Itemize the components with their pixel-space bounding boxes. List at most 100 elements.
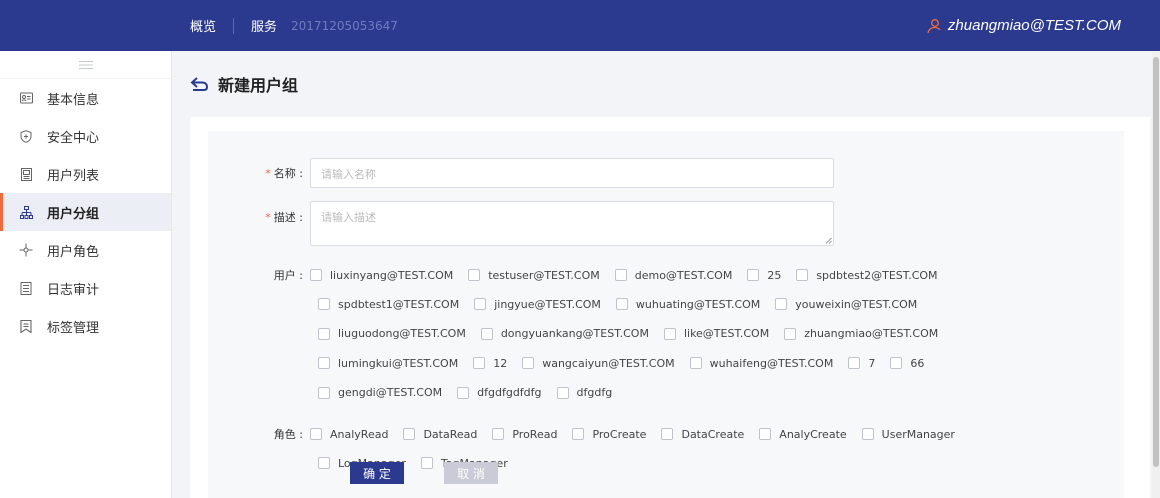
checkbox-box[interactable] bbox=[796, 269, 809, 281]
role-checkbox[interactable]: ProCreate bbox=[572, 428, 646, 441]
checkbox-box[interactable] bbox=[480, 327, 493, 340]
scrollbar-thumb[interactable] bbox=[1153, 57, 1159, 467]
checkbox-box[interactable] bbox=[310, 428, 322, 440]
user-checkbox[interactable]: testuser@TEST.COM bbox=[468, 269, 600, 282]
user-checkbox[interactable]: spdbtest2@TEST.COM bbox=[796, 269, 938, 282]
confirm-button[interactable]: 确 定 bbox=[350, 462, 404, 484]
role-checkbox[interactable]: AnalyRead bbox=[310, 428, 388, 441]
sidebar-item-label: 基本信息 bbox=[47, 92, 100, 108]
checkbox-box[interactable] bbox=[615, 298, 628, 311]
checkbox-box[interactable] bbox=[403, 428, 416, 440]
user-checkbox[interactable]: 7 bbox=[848, 357, 875, 370]
checkbox-box[interactable] bbox=[861, 428, 874, 440]
user-checkbox[interactable]: wuhaifeng@TEST.COM bbox=[689, 357, 833, 370]
cancel-button[interactable]: 取 消 bbox=[444, 462, 498, 484]
user-checkbox[interactable]: wangcaiyun@TEST.COM bbox=[522, 357, 675, 370]
user-checkbox[interactable]: dongyuankang@TEST.COM bbox=[480, 327, 649, 340]
sidebar-item-audit-log[interactable]: 日志审计 bbox=[0, 269, 171, 307]
checkbox-box[interactable] bbox=[318, 327, 330, 340]
checkbox-box[interactable] bbox=[848, 357, 861, 370]
checkbox-box[interactable] bbox=[689, 357, 702, 370]
user-checkbox[interactable]: lumingkui@TEST.COM bbox=[318, 357, 458, 370]
sidebar-item-security[interactable]: 安全中心 bbox=[0, 117, 171, 155]
user-checkbox[interactable]: spdbtest1@TEST.COM bbox=[318, 298, 459, 311]
description-textarea[interactable]: 请输入描述 bbox=[310, 201, 834, 246]
checkbox-box[interactable] bbox=[318, 298, 330, 311]
checkbox-box[interactable] bbox=[457, 386, 470, 399]
nav-service[interactable]: 服务 bbox=[251, 16, 277, 35]
checkbox-box[interactable] bbox=[614, 269, 627, 281]
user-checkbox[interactable]: 66 bbox=[890, 357, 924, 370]
checkbox-box[interactable] bbox=[318, 357, 330, 370]
checkbox-box[interactable] bbox=[522, 357, 535, 370]
name-input[interactable]: 请输入名称 bbox=[310, 158, 834, 188]
role-checkbox[interactable]: AnalyCreate bbox=[759, 428, 847, 441]
checkbox-box[interactable] bbox=[318, 457, 330, 470]
name-row: * 名称 : bbox=[208, 165, 307, 181]
checkbox-box[interactable] bbox=[492, 428, 505, 440]
roles-row: 角色 : bbox=[208, 426, 307, 442]
checkbox-box[interactable] bbox=[572, 428, 585, 440]
user-checkbox[interactable]: liuguodong@TEST.COM bbox=[318, 327, 466, 340]
checkbox-box[interactable] bbox=[663, 327, 676, 340]
sidebar-item-tag-management[interactable]: 标签管理 bbox=[0, 307, 171, 345]
sidebar-item-user-roles[interactable]: 用户角色 bbox=[0, 231, 171, 269]
user-checkbox[interactable]: zhuangmiao@TEST.COM bbox=[784, 327, 938, 340]
role-checkbox[interactable]: DataCreate bbox=[661, 428, 744, 441]
log-icon bbox=[19, 281, 33, 295]
user-checkbox[interactable]: gengdi@TEST.COM bbox=[318, 386, 442, 399]
user-checkbox[interactable]: 12 bbox=[473, 357, 507, 370]
users-checkbox-group: liuxinyang@TEST.COM testuser@TEST.COM de… bbox=[310, 268, 1010, 415]
checkbox-box[interactable] bbox=[890, 357, 903, 370]
checkbox-box[interactable] bbox=[420, 457, 433, 470]
user-icon bbox=[927, 18, 941, 33]
user-checkbox[interactable]: dfgdfg bbox=[556, 386, 612, 399]
checkbox-box[interactable] bbox=[775, 298, 788, 311]
user-checkbox[interactable]: jingyue@TEST.COM bbox=[474, 298, 601, 311]
checkbox-box[interactable] bbox=[473, 357, 486, 370]
service-id: 20171205053647 bbox=[291, 18, 398, 33]
checkbox-box[interactable] bbox=[556, 386, 569, 399]
top-nav: 概览 服务 20171205053647 bbox=[190, 0, 398, 51]
user-menu[interactable]: zhuangmiao@TEST.COM bbox=[926, 0, 1121, 51]
user-checkbox[interactable]: like@TEST.COM bbox=[663, 327, 769, 340]
user-checkbox[interactable]: demo@TEST.COM bbox=[614, 269, 732, 282]
sidebar-item-user-list[interactable]: 用户列表 bbox=[0, 155, 171, 193]
checkbox-box[interactable] bbox=[747, 269, 760, 281]
user-list-icon bbox=[19, 167, 33, 181]
sidebar-item-basic-info[interactable]: 基本信息 bbox=[0, 79, 171, 117]
user-checkbox[interactable]: wuhuating@TEST.COM bbox=[615, 298, 760, 311]
role-checkbox[interactable]: DataRead bbox=[403, 428, 477, 441]
sidebar-item-label: 安全中心 bbox=[47, 130, 100, 146]
checkbox-box[interactable] bbox=[310, 269, 322, 281]
description-row: * 描述 : bbox=[208, 209, 307, 225]
page-scrollbar[interactable] bbox=[1152, 51, 1160, 498]
checkbox-box[interactable] bbox=[661, 428, 674, 440]
role-icon bbox=[19, 243, 33, 257]
role-checkbox[interactable]: UserManager bbox=[861, 428, 955, 441]
checkbox-box[interactable] bbox=[318, 386, 330, 399]
sidebar: 基本信息 安全中心 用户列表 用户分组 用户角色 日志审计 标签管理 bbox=[0, 51, 172, 498]
users-row: 用户 : bbox=[208, 267, 307, 283]
checkbox-box[interactable] bbox=[474, 298, 487, 311]
user-checkbox[interactable]: dfgdfgdfdfg bbox=[457, 386, 542, 399]
checkbox-box[interactable] bbox=[468, 269, 481, 281]
sidebar-item-user-groups[interactable]: 用户分组 bbox=[0, 193, 171, 231]
user-checkbox[interactable]: youweixin@TEST.COM bbox=[775, 298, 917, 311]
page-title-text: 新建用户组 bbox=[218, 76, 299, 95]
roles-checkbox-group: AnalyRead DataRead ProRead ProCreate Dat… bbox=[310, 427, 1010, 486]
user-checkbox[interactable]: liuxinyang@TEST.COM bbox=[310, 269, 453, 282]
back-arrow-icon[interactable] bbox=[190, 76, 210, 92]
user-checkbox[interactable]: 25 bbox=[747, 269, 781, 282]
hamburger-icon bbox=[78, 60, 93, 69]
resize-handle-icon[interactable] bbox=[825, 237, 832, 244]
checkbox-box[interactable] bbox=[759, 428, 772, 440]
top-bar: 概览 服务 20171205053647 zhuangmiao@TEST.COM bbox=[0, 0, 1160, 51]
sidebar-collapse-button[interactable] bbox=[0, 51, 171, 79]
nav-overview[interactable]: 概览 bbox=[190, 16, 216, 35]
username: zhuangmiao@TEST.COM bbox=[947, 17, 1121, 34]
checkbox-box[interactable] bbox=[784, 327, 797, 340]
sidebar-item-label: 标签管理 bbox=[47, 320, 100, 336]
role-checkbox[interactable]: ProRead bbox=[492, 428, 557, 441]
description-label: * 描述 : bbox=[265, 211, 303, 224]
